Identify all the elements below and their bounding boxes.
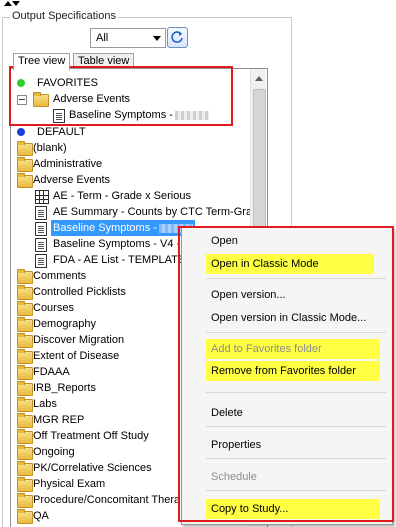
document-icon: [35, 222, 47, 236]
refresh-button[interactable]: [167, 27, 188, 48]
selected-item-text: Baseline Symptoms -: [53, 222, 157, 234]
tree-node-label: Physical Exam: [33, 478, 106, 490]
tree-node-label: FDA - AE List - TEMPLATE: [53, 254, 186, 266]
collapse-up-icon[interactable]: [4, 1, 12, 6]
scroll-up-button[interactable]: [253, 73, 264, 84]
tree-node-label: Ongoing: [33, 446, 75, 458]
tree-node-label: Baseline Symptoms - V4 - T: [53, 238, 190, 250]
tree-node-label: IRB_Reports: [33, 382, 96, 394]
tree-node-label: Administrative: [33, 158, 103, 170]
favorites-annotation-box: [9, 66, 233, 126]
default-dot-icon: [17, 128, 25, 136]
collapse-down-icon[interactable]: [12, 1, 20, 6]
tree-node-label: Comments: [33, 270, 87, 282]
document-icon: [35, 206, 47, 220]
tree-node-label: Procedure/Concomitant Thera: [33, 494, 181, 506]
tree-node-label: QA: [33, 510, 49, 522]
document-icon: [35, 238, 47, 252]
tree-node-label: Demography: [33, 318, 96, 330]
tree-node-label: Courses: [33, 302, 74, 314]
tree-node-label: AE - Term - Grade x Serious: [53, 190, 191, 202]
group-title: Output Specifications: [10, 10, 118, 22]
table-icon: [35, 190, 49, 204]
chevron-down-icon: [153, 36, 161, 41]
tree-node-label: AE Summary - Counts by CTC Term-Grade: [53, 206, 265, 218]
document-icon: [35, 254, 47, 268]
tree-node-label: Labs: [33, 398, 57, 410]
context-menu-annotation-box: [178, 226, 394, 522]
tree-node-default[interactable]: DEFAULT: [13, 124, 243, 140]
panel-collapse-bar[interactable]: [0, 0, 396, 8]
filter-dropdown[interactable]: All: [90, 28, 166, 48]
tab-tree-view[interactable]: Tree view: [13, 53, 71, 70]
tree-node-label: (blank): [33, 142, 67, 154]
tree-node-label: PK/Correlative Sciences: [33, 462, 152, 474]
tree-node-label: Controlled Picklists: [33, 286, 126, 298]
tree-node-label: Adverse Events: [33, 174, 111, 186]
tree-node-label: Discover Migration: [33, 334, 125, 346]
refresh-icon: [171, 31, 183, 43]
scroll-up-icon: [255, 76, 263, 81]
tree-node-label: Off Treatment Off Study: [33, 430, 149, 442]
tree-node-label: DEFAULT: [37, 126, 86, 138]
filter-value: All: [96, 32, 109, 44]
tree-node-label: MGR REP: [33, 414, 85, 426]
tree-node-label: Baseline Symptoms -: [51, 220, 195, 236]
tree-node-label: FDAAA: [33, 366, 70, 378]
tree-node-label: Extent of Disease: [33, 350, 120, 362]
